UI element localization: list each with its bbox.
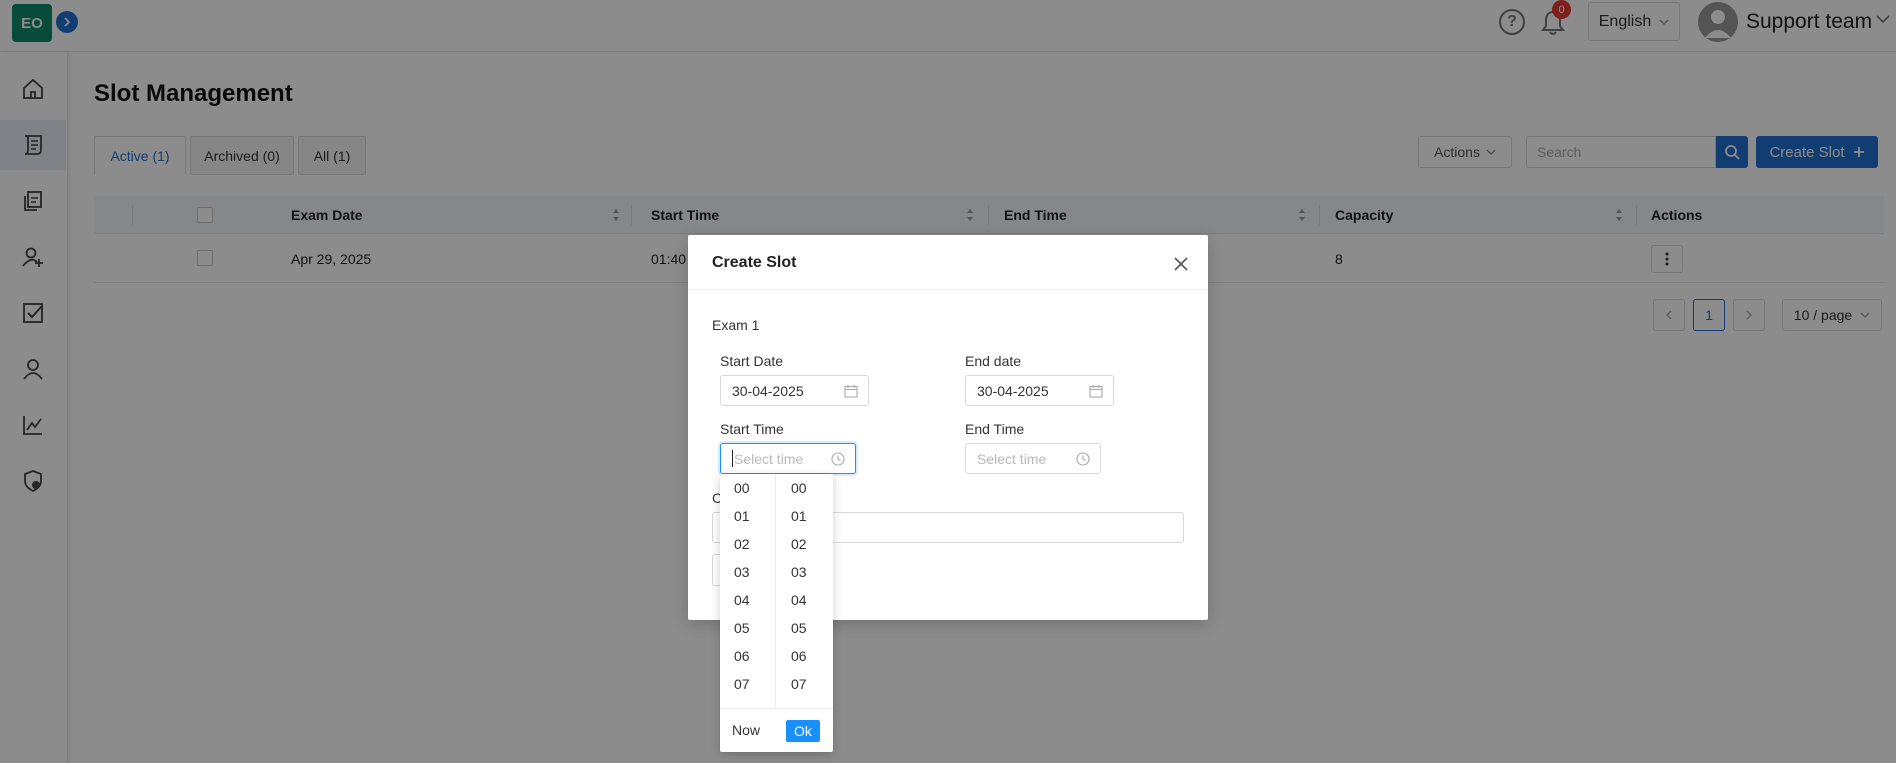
hour-option[interactable]: 05: [720, 614, 775, 642]
ok-button[interactable]: Ok: [786, 720, 820, 742]
end-time-label: End Time: [965, 421, 1025, 437]
modal-title: Create Slot: [712, 254, 797, 271]
start-time-label: Start Time: [720, 421, 784, 437]
minute-option[interactable]: 04: [777, 586, 833, 614]
start-date-field[interactable]: 30-04-2025: [720, 375, 869, 406]
end-date-value: 30-04-2025: [977, 382, 1049, 399]
minute-option[interactable]: 03: [777, 558, 833, 586]
minute-option[interactable]: 06: [777, 642, 833, 670]
clock-icon: [831, 452, 845, 466]
hour-column[interactable]: 00 01 02 03 04 05 06 07: [720, 474, 776, 708]
time-picker-footer: Now Ok: [720, 708, 833, 752]
hour-option[interactable]: 00: [720, 474, 775, 502]
time-picker-panel: 00 01 02 03 04 05 06 07 00 01 02 03 04 0…: [720, 474, 833, 752]
modal-header: Create Slot: [688, 235, 1208, 290]
hour-option[interactable]: 06: [720, 642, 775, 670]
hour-option[interactable]: 01: [720, 502, 775, 530]
minute-option[interactable]: 02: [777, 530, 833, 558]
calendar-icon: [844, 385, 858, 398]
minute-option[interactable]: 05: [777, 614, 833, 642]
hour-option[interactable]: 04: [720, 586, 775, 614]
hour-option[interactable]: 03: [720, 558, 775, 586]
calendar-icon: [1089, 385, 1103, 398]
start-date-label: Start Date: [720, 353, 784, 369]
start-time-field[interactable]: Select time: [720, 443, 856, 474]
end-date-field[interactable]: 30-04-2025: [965, 375, 1114, 406]
clock-icon: [1076, 452, 1090, 466]
now-button[interactable]: Now: [732, 722, 760, 738]
minute-option[interactable]: 00: [777, 474, 833, 502]
hour-option[interactable]: 02: [720, 530, 775, 558]
text-cursor: [732, 450, 733, 467]
end-time-placeholder: Select time: [977, 450, 1047, 467]
end-time-field[interactable]: Select time: [965, 443, 1101, 474]
exam-name: Exam 1: [712, 317, 760, 333]
minute-option[interactable]: 01: [777, 502, 833, 530]
start-date-value: 30-04-2025: [732, 382, 804, 399]
close-icon[interactable]: [1172, 255, 1190, 273]
end-date-label: End date: [965, 353, 1022, 369]
minute-column[interactable]: 00 01 02 03 04 05 06 07: [777, 474, 833, 708]
minute-option[interactable]: 07: [777, 670, 833, 698]
hour-option[interactable]: 07: [720, 670, 775, 698]
start-time-placeholder: Select time: [734, 450, 804, 467]
